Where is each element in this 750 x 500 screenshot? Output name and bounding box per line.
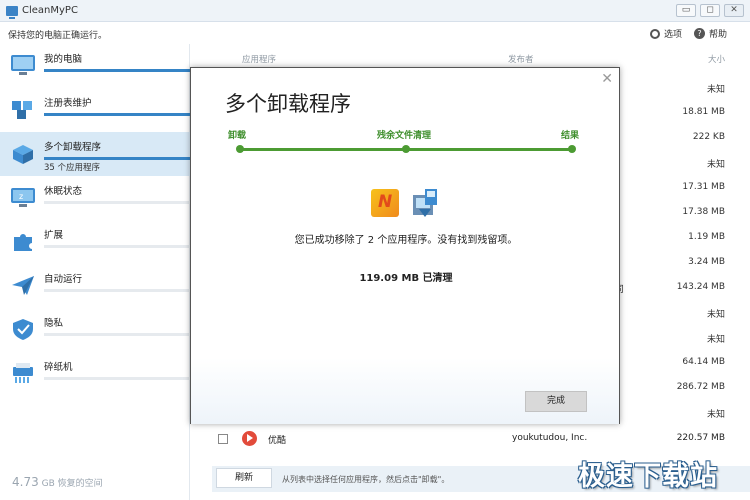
shield-icon bbox=[13, 319, 33, 340]
uninstall-box-icon bbox=[13, 145, 33, 164]
row-checkbox[interactable] bbox=[218, 434, 228, 444]
sidebar-item-label: 休眠状态 bbox=[44, 186, 83, 197]
app-header: 保持您的电脑正确运行。 选项 ? 帮助 bbox=[0, 22, 750, 44]
progress-bar bbox=[44, 333, 190, 336]
size-cell: 未知 bbox=[706, 310, 725, 320]
sidebar-item-my-computer[interactable]: 我的电脑 bbox=[0, 44, 190, 88]
size-cell: 未知 bbox=[706, 410, 725, 420]
progress-bar bbox=[44, 245, 190, 248]
uninstall-result-dialog: ✕ 多个卸载程序 卸载 残余文件清理 结果 您已成功移除了 2 个应用程序。没有… bbox=[190, 67, 620, 424]
progress-bar bbox=[44, 69, 190, 72]
maximize-button[interactable]: ◻ bbox=[700, 4, 720, 17]
row-app-name: 优酷 bbox=[268, 436, 287, 446]
sidebar-item-shredder[interactable]: 碎纸机 bbox=[0, 352, 190, 396]
hibernate-monitor-icon: z bbox=[11, 188, 35, 207]
sidebar-item-label: 多个卸载程序 bbox=[44, 142, 102, 153]
minimize-button[interactable]: ▭ bbox=[676, 4, 696, 17]
recovered-space-label: GB 恢复的空间 bbox=[41, 479, 103, 489]
removed-app-icon bbox=[371, 189, 399, 217]
sidebar-item-autorun[interactable]: 自动运行 bbox=[0, 264, 190, 308]
dialog-close-button[interactable]: ✕ bbox=[601, 71, 613, 87]
size-cell: 未知 bbox=[706, 85, 725, 95]
size-cell: 143.24 MB bbox=[676, 282, 725, 292]
step-uninstall: 卸载 bbox=[228, 131, 247, 141]
gear-icon bbox=[650, 28, 660, 39]
shredder-icon bbox=[13, 363, 33, 383]
sidebar-item-label: 我的电脑 bbox=[44, 54, 83, 65]
progress-bar bbox=[44, 289, 190, 292]
size-cell: 222 KB bbox=[692, 132, 725, 142]
installer-package-icon bbox=[413, 189, 437, 217]
size-cell: 未知 bbox=[706, 335, 725, 345]
step-leftovers: 残余文件清理 bbox=[377, 131, 432, 141]
step-dot bbox=[236, 145, 244, 153]
recovered-space: 4.73 GB 恢复的空间 bbox=[12, 475, 103, 489]
size-cell: 17.31 MB bbox=[682, 182, 725, 192]
column-header-size[interactable]: 大小 bbox=[708, 53, 725, 65]
app-monitor-icon bbox=[6, 6, 18, 19]
paper-plane-icon bbox=[12, 276, 34, 295]
sidebar-item-registry[interactable]: 注册表维护 bbox=[0, 88, 190, 132]
registry-cubes-icon bbox=[12, 101, 32, 119]
help-link[interactable]: ? 帮助 bbox=[694, 27, 727, 40]
row-publisher: youkutudou, Inc. bbox=[512, 433, 588, 443]
app-count: 35 个应用程序 bbox=[44, 163, 101, 173]
result-message: 您已成功移除了 2 个应用程序。没有找到残留项。 bbox=[294, 235, 518, 246]
cleaned-amount: 119.09 MB 已清理 bbox=[359, 273, 453, 284]
sidebar-item-extensions[interactable]: 扩展 bbox=[0, 220, 190, 264]
sidebar-item-hibernation[interactable]: z 休眠状态 bbox=[0, 176, 190, 220]
progress-bar bbox=[44, 377, 190, 380]
help-label: 帮助 bbox=[709, 30, 728, 40]
sidebar-item-label: 隐私 bbox=[44, 318, 64, 329]
svg-text:z: z bbox=[19, 192, 23, 201]
column-header-app[interactable]: 应用程序 bbox=[242, 53, 276, 65]
size-cell: 286.72 MB bbox=[676, 382, 725, 392]
progress-bar bbox=[44, 113, 190, 116]
title-bar: CleanMyPC ▭ ◻ ✕ bbox=[0, 0, 750, 22]
options-link[interactable]: 选项 bbox=[650, 27, 682, 40]
column-header-publisher[interactable]: 发布者 bbox=[508, 53, 534, 65]
step-result: 结果 bbox=[561, 131, 580, 141]
progress-bar bbox=[44, 157, 190, 160]
bottom-hint: 从列表中选择任何应用程序，然后点击"卸载"。 bbox=[282, 475, 450, 484]
youku-play-icon bbox=[242, 431, 257, 446]
table-row[interactable]: 优酷 youkutudou, Inc. 220.57 MB bbox=[190, 427, 730, 451]
progress-bar bbox=[44, 201, 190, 204]
step-dot bbox=[568, 145, 576, 153]
step-dot bbox=[402, 145, 410, 153]
close-button[interactable]: ✕ bbox=[724, 4, 744, 17]
size-cell: 未知 bbox=[706, 160, 725, 170]
sidebar: 我的电脑 注册表维护 多个卸载程序 35 个应用程序 z 休眠状态 扩展 自动运… bbox=[0, 44, 190, 500]
help-icon: ? bbox=[694, 28, 705, 39]
size-cell: 64.14 MB bbox=[682, 357, 725, 367]
done-button[interactable]: 完成 bbox=[525, 391, 587, 412]
options-label: 选项 bbox=[664, 30, 683, 40]
size-cell: 17.38 MB bbox=[682, 207, 725, 217]
sidebar-item-label: 自动运行 bbox=[44, 274, 83, 285]
watermark: 极速下载站 bbox=[578, 461, 718, 492]
refresh-button[interactable]: 刷新 bbox=[216, 468, 272, 488]
monitor-icon bbox=[11, 55, 35, 75]
size-cell: 3.24 MB bbox=[688, 257, 725, 267]
dialog-title: 多个卸载程序 bbox=[225, 92, 351, 116]
sidebar-item-label: 碎纸机 bbox=[44, 362, 73, 373]
recovered-space-amount: 4.73 bbox=[12, 475, 39, 489]
row-size: 220.57 MB bbox=[676, 433, 725, 443]
sidebar-item-uninstaller[interactable]: 多个卸载程序 35 个应用程序 bbox=[0, 132, 190, 176]
sidebar-item-label: 注册表维护 bbox=[44, 98, 92, 109]
size-cell: 18.81 MB bbox=[682, 107, 725, 117]
window-title: CleanMyPC bbox=[22, 5, 78, 16]
size-cell: 1.19 MB bbox=[688, 232, 725, 242]
tagline: 保持您的电脑正确运行。 bbox=[8, 31, 108, 41]
sidebar-item-label: 扩展 bbox=[44, 230, 64, 241]
sidebar-item-privacy[interactable]: 隐私 bbox=[0, 308, 190, 352]
puzzle-icon bbox=[14, 234, 32, 251]
